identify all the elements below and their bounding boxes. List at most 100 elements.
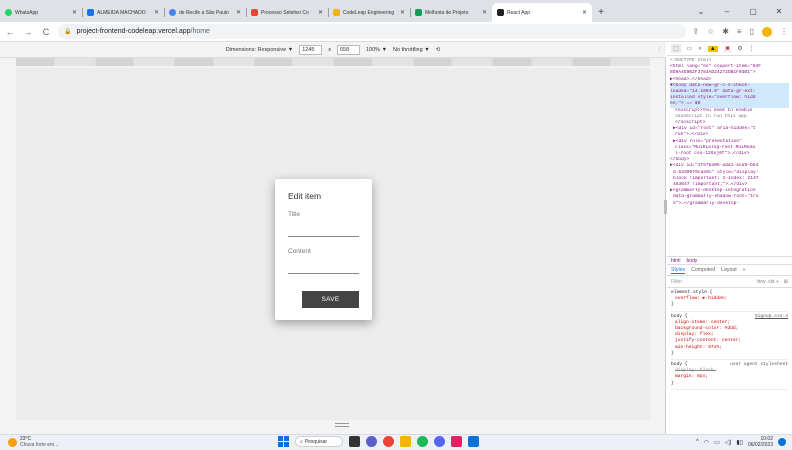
menu-kebab-icon[interactable]: ⋮ xyxy=(780,27,788,36)
css-selector[interactable]: body { xyxy=(671,314,688,319)
favicon-icon xyxy=(333,9,340,16)
tab-styles[interactable]: Styles xyxy=(671,267,686,274)
tray-chevron-icon[interactable]: ^ xyxy=(696,439,699,445)
browser-toolbar: ← → C 🔒 project-frontend-codeleap.vercel… xyxy=(0,22,792,42)
tab-title: CodeLeap Engineering xyxy=(343,9,395,16)
reload-icon[interactable]: C xyxy=(40,27,52,37)
tab-title: ALMEIDA MACHADO xyxy=(97,9,146,16)
styles-filter-input[interactable]: Filter xyxy=(671,279,751,285)
dimensions-select[interactable]: Dimensions: Responsive ▼ xyxy=(226,47,294,53)
taskbar-search[interactable]: ⌕ Pesquisar xyxy=(295,436,343,447)
page-resize-handle[interactable] xyxy=(335,423,349,427)
times-sign: x xyxy=(328,46,331,53)
breadcrumb-item[interactable]: html xyxy=(671,258,680,264)
browser-tab[interactable]: CodeLeap Engineering ✕ xyxy=(328,3,410,22)
browser-tab[interactable]: ALMEIDA MACHADO ✕ xyxy=(82,3,164,22)
close-tab-icon[interactable]: ✕ xyxy=(72,9,77,16)
content-field[interactable]: Content xyxy=(288,248,359,274)
breadcrumb-item[interactable]: body xyxy=(686,258,697,264)
tab-more[interactable]: » xyxy=(743,267,746,273)
zoom-select[interactable]: 100% ▼ xyxy=(366,47,387,53)
back-icon[interactable]: ← xyxy=(4,27,16,37)
issues-badge[interactable]: ■ xyxy=(723,45,732,52)
browser-tab[interactable]: Processo Seletivo Co ✕ xyxy=(246,3,328,22)
close-tab-icon[interactable]: ✕ xyxy=(236,9,241,16)
spotify-icon[interactable] xyxy=(417,436,428,447)
minimize-icon[interactable]: – xyxy=(714,0,740,22)
close-tab-icon[interactable]: ✕ xyxy=(318,9,323,16)
styles-filter-tools[interactable]: :hov .cls + xyxy=(756,279,779,285)
profile-avatar[interactable] xyxy=(762,26,772,37)
save-button[interactable]: SAVE xyxy=(302,291,359,308)
new-tab-button[interactable]: + xyxy=(592,3,610,22)
display-icon[interactable]: ▭ xyxy=(714,439,720,446)
device-toolbar: Dimensions: Responsive ▼ 1245 x 658 100%… xyxy=(0,42,666,58)
title-field[interactable]: Title xyxy=(288,211,359,237)
forward-icon[interactable]: → xyxy=(22,27,34,37)
tab-search-icon[interactable]: ⌄ xyxy=(688,0,714,22)
browser-tab-active[interactable]: React App ✕ xyxy=(492,3,592,22)
css-rules: element.style { overflow: ▶ hidden; } bo… xyxy=(667,288,792,394)
favicon-icon xyxy=(251,9,258,16)
share-icon[interactable]: ⇪ xyxy=(692,27,699,36)
throttling-select[interactable]: No throttling ▼ xyxy=(393,47,430,53)
tab-title: React App xyxy=(507,9,531,16)
tab-title: WhatsApp xyxy=(15,9,39,16)
close-window-icon[interactable]: ✕ xyxy=(766,0,792,22)
edit-item-dialog: Edit item Title Content SAVE xyxy=(275,179,372,320)
favicon-icon xyxy=(87,9,94,16)
close-tab-icon[interactable]: ✕ xyxy=(582,9,587,16)
task-view-icon[interactable] xyxy=(349,436,360,447)
browser-tab[interactable]: Melhoria de Projeto ✕ xyxy=(410,3,492,22)
reading-list-icon[interactable]: ≡ xyxy=(737,27,742,36)
tab-title: de Recife a São Paulo xyxy=(179,9,229,16)
height-input[interactable]: 658 xyxy=(336,44,360,55)
side-panel-icon[interactable]: ▯ xyxy=(750,27,754,36)
close-tab-icon[interactable]: ✕ xyxy=(400,9,405,16)
device-menu-icon[interactable]: ⋮ xyxy=(657,47,663,53)
notification-icon[interactable] xyxy=(778,438,786,446)
windows-taskbar: 23°C Chuva forte em... ⌕ Pesquisar ^ ◠ ▭ … xyxy=(0,434,792,450)
warnings-badge[interactable]: ▲ xyxy=(707,45,718,52)
page-viewport: Dimensions: Responsive ▼ 1245 x 658 100%… xyxy=(0,42,666,434)
browser-tab[interactable]: WhatsApp ✕ xyxy=(0,3,82,22)
dom-line[interactable]: e">…</grammarly-desktop- xyxy=(670,201,789,207)
devtools-menu-icon[interactable]: ⋮ xyxy=(749,45,755,52)
title-field-underline xyxy=(288,236,359,237)
content-field-label: Content xyxy=(288,248,311,255)
css-rule: body {user agent stylesheet display: blo… xyxy=(671,362,788,390)
file-explorer-icon[interactable] xyxy=(400,436,411,447)
browser-tab[interactable]: de Recife a São Paulo ✕ xyxy=(164,3,246,22)
tab-layout[interactable]: Layout xyxy=(721,267,737,273)
styles-tabs: Styles Computed Layout » xyxy=(667,265,792,276)
width-input[interactable]: 1245 xyxy=(299,44,323,55)
settings-gear-icon[interactable]: ⚙ xyxy=(737,45,742,52)
close-tab-icon[interactable]: ✕ xyxy=(154,9,159,16)
more-panels-icon[interactable]: » xyxy=(698,46,701,52)
volume-icon[interactable]: ◁) xyxy=(725,439,732,446)
bookmark-star-icon[interactable]: ☆ xyxy=(707,27,714,36)
close-tab-icon[interactable]: ✕ xyxy=(482,9,487,16)
lock-icon[interactable]: 🔒 xyxy=(64,28,71,35)
inspect-icon[interactable]: ⬚ xyxy=(671,44,681,53)
app-icon[interactable] xyxy=(451,436,462,447)
clock[interactable]: 10:02 06/02/2023 xyxy=(748,436,773,448)
network-icon[interactable]: ◠ xyxy=(704,439,709,446)
media-query-ruler[interactable] xyxy=(16,58,650,66)
discord-icon[interactable] xyxy=(434,436,445,447)
weather-widget[interactable]: 23°C Chuva forte em... xyxy=(0,436,200,448)
battery-icon[interactable]: ▮▯ xyxy=(736,439,743,446)
chat-icon[interactable] xyxy=(366,436,377,447)
device-toggle-icon[interactable]: ▭ xyxy=(687,45,693,52)
tab-computed[interactable]: Computed xyxy=(691,267,715,273)
css-selector[interactable]: body { xyxy=(671,362,688,367)
chrome-icon[interactable] xyxy=(383,436,394,447)
extensions-icon[interactable]: ✱ xyxy=(722,27,729,36)
new-rule-icon[interactable]: ⊞ xyxy=(784,279,788,285)
css-source-link[interactable]: Signup.css:4 xyxy=(755,314,788,320)
maximize-icon[interactable]: ▢ xyxy=(740,0,766,22)
address-bar[interactable]: 🔒 project-frontend-codeleap.vercel.app/h… xyxy=(58,24,687,39)
rotate-icon[interactable]: ⟲ xyxy=(436,47,441,53)
windows-start-icon[interactable] xyxy=(278,436,289,447)
vscode-icon[interactable] xyxy=(468,436,479,447)
